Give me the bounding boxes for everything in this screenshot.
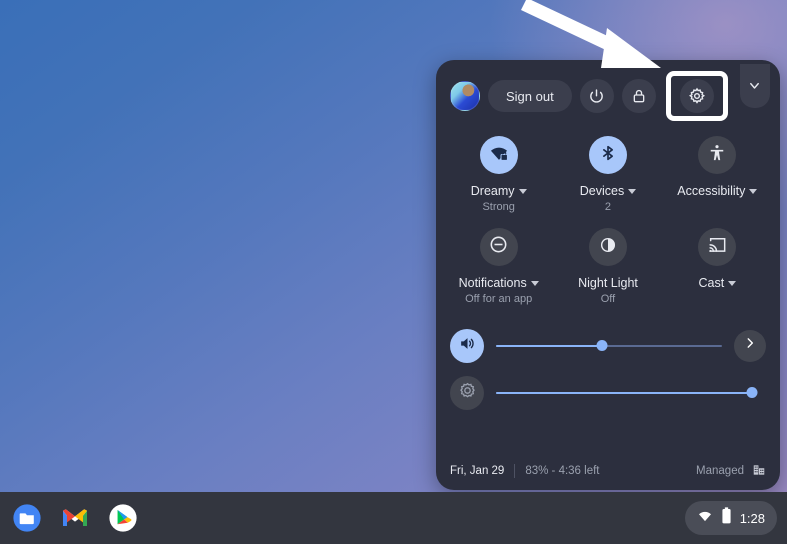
- chevron-down-icon[interactable]: [749, 188, 758, 194]
- lock-button[interactable]: [621, 79, 656, 113]
- quick-settings-top-row: Sign out: [436, 60, 780, 132]
- audio-settings-expand-button[interactable]: [734, 329, 766, 362]
- tile-notifications[interactable]: Notifications Off for an app: [444, 228, 553, 306]
- bluetooth-tile-sublabel: 2: [604, 201, 612, 213]
- tile-accessibility[interactable]: Accessibility: [663, 136, 772, 214]
- night-light-tile-icon-circle[interactable]: [588, 228, 627, 266]
- managed-indicator[interactable]: Managed: [696, 463, 766, 480]
- bluetooth-tile-icon-circle[interactable]: [588, 136, 627, 174]
- chevron-down-icon: [747, 78, 762, 98]
- shelf-app-gmail[interactable]: [58, 501, 92, 535]
- network-tile-sublabel: Strong: [482, 201, 515, 213]
- brightness-track-fill: [496, 391, 752, 394]
- accessibility-tile-label-row: Accessibility: [677, 184, 758, 198]
- chevron-down-icon[interactable]: [728, 280, 737, 286]
- network-tile-label: Dreamy: [470, 184, 515, 198]
- volume-track-fill: [496, 344, 603, 347]
- power-button[interactable]: [579, 79, 614, 113]
- brightness-icon-button[interactable]: [450, 375, 484, 410]
- battery-icon: [721, 507, 732, 529]
- tile-cast[interactable]: Cast: [663, 228, 772, 306]
- collapse-panel-button[interactable]: [739, 64, 770, 108]
- shelf: 1:28: [0, 492, 787, 544]
- wifi-locked-icon: [488, 142, 510, 169]
- managed-label: Managed: [696, 465, 744, 477]
- volume-slider-row: [436, 322, 780, 369]
- settings-gear-circle[interactable]: [679, 79, 714, 113]
- volume-up-icon: [458, 334, 477, 358]
- chevron-right-icon: [743, 336, 757, 355]
- sign-out-label: Sign out: [506, 88, 554, 104]
- night-light-tile-sublabel: Off: [600, 293, 616, 305]
- cast-tile-label: Cast: [698, 276, 725, 290]
- bluetooth-tile-label-row: Devices: [579, 184, 637, 198]
- notifications-tile-sublabel: Off for an app: [465, 293, 533, 305]
- footer-divider: [514, 464, 516, 478]
- shelf-status-area[interactable]: 1:28: [684, 501, 777, 535]
- shelf-clock: 1:28: [739, 510, 765, 526]
- cast-tile-label-row: Cast: [698, 276, 737, 290]
- volume-slider-track[interactable]: [496, 339, 722, 353]
- quick-settings-panel: Sign out Dreamy Strong Devices 2 Accessi…: [436, 60, 780, 490]
- bluetooth-tile-label: Devices: [579, 184, 625, 198]
- battery-label: 83% - 4:36 left: [525, 465, 600, 477]
- network-tile-label-row: Dreamy: [471, 184, 527, 198]
- tile-network[interactable]: Dreamy Strong: [444, 136, 553, 214]
- shelf-app-play-store[interactable]: [106, 501, 140, 535]
- lock-icon: [631, 88, 647, 104]
- wifi-icon: [697, 508, 713, 529]
- accessibility-tile-icon-circle[interactable]: [698, 136, 737, 174]
- chevron-down-icon[interactable]: [518, 188, 527, 194]
- chevron-down-icon[interactable]: [628, 188, 637, 194]
- accessibility-tile-label: Accessibility: [677, 184, 746, 198]
- notifications-tile-icon-circle[interactable]: [479, 228, 518, 266]
- power-icon: [588, 88, 605, 105]
- brightness-slider-row: [436, 369, 780, 416]
- avatar[interactable]: [450, 81, 480, 111]
- brightness-icon: [458, 381, 477, 405]
- shelf-app-files[interactable]: [10, 501, 44, 535]
- gear-icon: [688, 87, 706, 105]
- accessibility-icon: [707, 143, 727, 168]
- cast-tile-icon-circle[interactable]: [698, 228, 737, 266]
- quick-settings-footer: Fri, Jan 29 83% - 4:36 left Managed: [436, 452, 780, 490]
- feature-tile-grid: Dreamy Strong Devices 2 Accessibility No…: [436, 132, 780, 306]
- volume-mute-button[interactable]: [450, 328, 484, 363]
- brightness-slider-track[interactable]: [496, 386, 758, 400]
- enterprise-building-icon: [752, 463, 766, 480]
- tile-bluetooth[interactable]: Devices 2: [553, 136, 662, 214]
- night-light-tile-label: Night Light: [578, 276, 638, 290]
- notifications-tile-label-row: Notifications: [459, 276, 539, 290]
- sign-out-button[interactable]: Sign out: [488, 80, 572, 112]
- cast-icon: [707, 234, 728, 260]
- date-label[interactable]: Fri, Jan 29: [450, 465, 504, 477]
- shelf-app-list: [10, 501, 140, 535]
- do-not-disturb-icon: [488, 234, 509, 260]
- brightness-slider-thumb[interactable]: [746, 387, 758, 398]
- night-light-icon: [598, 235, 618, 260]
- desktop-screen: Sign out Dreamy Strong Devices 2 Accessi…: [0, 0, 787, 544]
- night-light-tile-label-row: Night Light: [578, 276, 638, 290]
- bluetooth-icon: [598, 143, 618, 168]
- volume-slider-thumb[interactable]: [596, 340, 608, 351]
- notifications-tile-label: Notifications: [458, 276, 527, 290]
- network-tile-icon-circle[interactable]: [479, 136, 518, 174]
- chevron-down-icon[interactable]: [530, 280, 539, 286]
- tile-night-light[interactable]: Night Light Off: [553, 228, 662, 306]
- settings-gear-button[interactable]: [665, 71, 728, 121]
